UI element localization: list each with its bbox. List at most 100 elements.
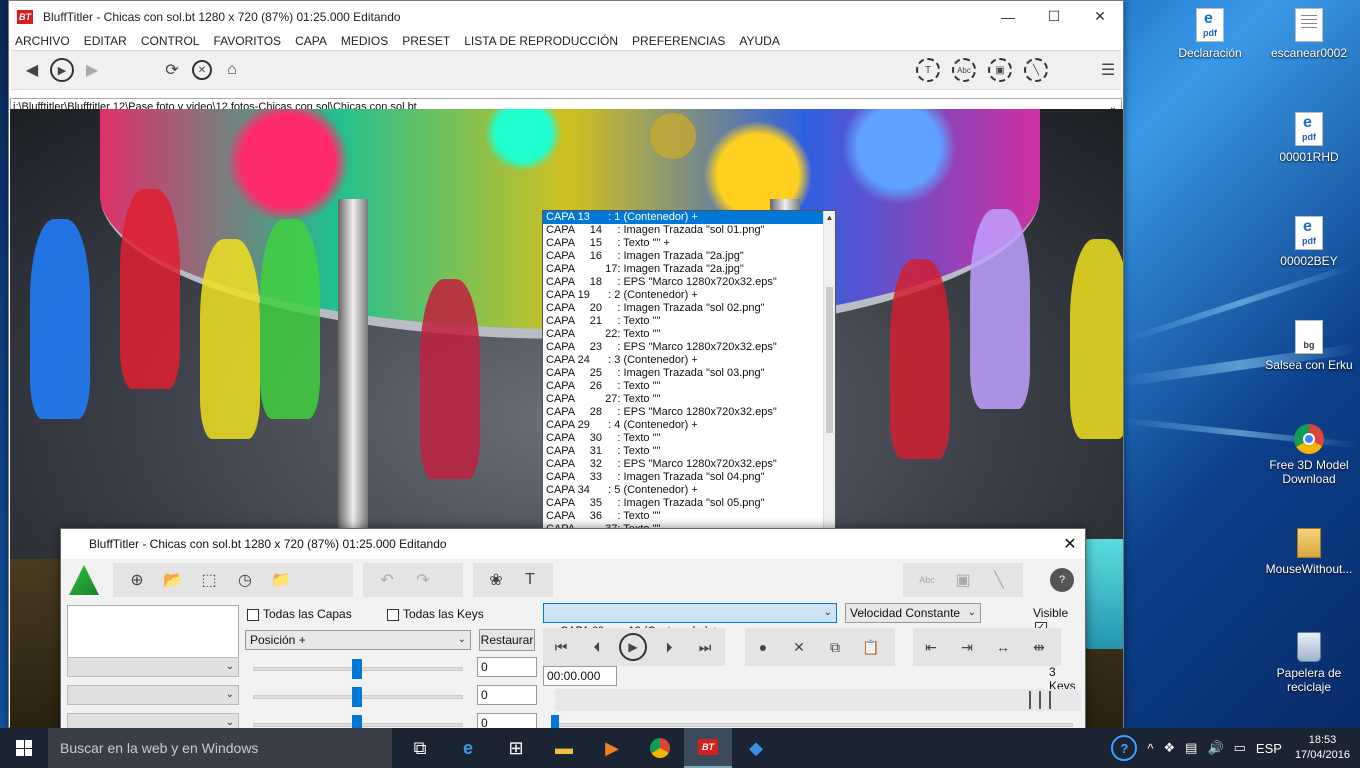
file-explorer-icon[interactable]: ▬ (540, 728, 588, 768)
step-forward-icon[interactable]: ⏵ (651, 632, 687, 662)
minimize-button[interactable]: — (985, 1, 1031, 32)
shape-icon[interactable]: ❀ (479, 565, 513, 595)
layer-list-item[interactable]: CAPA 21 : Texto "" (543, 315, 823, 328)
line-layer-icon[interactable]: ╲ (1021, 55, 1051, 85)
volume-icon[interactable]: 🔊 (1207, 740, 1223, 756)
desktop-icon-mousewithout[interactable]: MouseWithout... (1264, 528, 1354, 576)
skip-first-icon[interactable]: ⏮ (543, 632, 579, 662)
skip-last-icon[interactable]: ⏭ (687, 632, 723, 662)
param-slider-1-knob[interactable] (352, 659, 362, 679)
layer-list-item[interactable]: CAPA 24 : 3 (Contenedor) + (543, 354, 823, 367)
keyframe-timeline[interactable] (555, 689, 1081, 711)
param-value-2[interactable]: 0 (477, 685, 537, 705)
desktop-icon-00002bey[interactable]: pdf 00002BEY (1264, 216, 1354, 268)
param-value-1[interactable]: 0 (477, 657, 537, 677)
layer-select[interactable]: CAPA 69 : 12 (Contenedor) +⌄ (543, 603, 837, 637)
layer-list-item[interactable]: CAPA 28 : EPS "Marco 1280x720x32.eps" (543, 406, 823, 419)
menu-lista[interactable]: LISTA DE REPRODUCCIÓN (464, 34, 618, 48)
layer-list-item[interactable]: CAPA 17: Imagen Trazada "2a.jpg" (543, 263, 823, 276)
menu-archivo[interactable]: ARCHIVO (15, 34, 70, 48)
language-indicator[interactable]: ESP (1256, 741, 1282, 756)
layer-list-item[interactable]: CAPA 23 : EPS "Marco 1280x720x32.eps" (543, 341, 823, 354)
go-start-icon[interactable]: ⇤ (913, 632, 949, 662)
layer-list-item[interactable]: CAPA 32 : EPS "Marco 1280x720x32.eps" (543, 458, 823, 471)
layer-list-item[interactable]: CAPA 15 : Texto "" + (543, 237, 823, 250)
help-tray-icon[interactable]: ? (1111, 735, 1138, 761)
layer-list-item[interactable]: CAPA 36 : Texto "" (543, 510, 823, 523)
go-end-icon[interactable]: ⇥ (949, 632, 985, 662)
dropbox-tray-icon[interactable]: ❖ (1163, 740, 1175, 756)
task-view-icon[interactable]: ⧉ (396, 728, 444, 768)
expand-icon[interactable]: ↔ (985, 632, 1021, 662)
abc-effect-icon[interactable]: Abc (909, 565, 945, 595)
layer-list-item[interactable]: CAPA 14 : Imagen Trazada "sol 01.png" (543, 224, 823, 237)
menu-preset[interactable]: PRESET (402, 34, 450, 48)
step-back-icon[interactable]: ⏴ (579, 632, 615, 662)
undo-icon[interactable]: ↶ (369, 565, 405, 595)
param-slider-2-knob[interactable] (352, 687, 362, 707)
redo-icon[interactable]: ↷ (405, 565, 441, 595)
line-effect-icon[interactable]: ╲ (981, 565, 1017, 595)
paste-key-icon[interactable]: 📋 (853, 632, 889, 662)
help-icon[interactable]: ? (1047, 565, 1077, 595)
maximize-button[interactable]: ☐ (1031, 1, 1077, 32)
play-icon[interactable]: ▶ (615, 632, 651, 662)
stop-icon[interactable]: ✕ (187, 55, 217, 85)
record-key-icon[interactable]: ● (745, 632, 781, 662)
text-icon[interactable]: T (513, 565, 547, 595)
copy-key-icon[interactable]: ⧉ (817, 632, 853, 662)
layer-list-item[interactable]: CAPA 35 : Imagen Trazada "sol 05.png" (543, 497, 823, 510)
layer-list-item[interactable]: CAPA 30 : Texto "" (543, 432, 823, 445)
time-input[interactable]: 00:00.000 (543, 666, 617, 686)
delete-key-icon[interactable]: ✕ (781, 632, 817, 662)
layer-list-item[interactable]: CAPA 13 : 1 (Contenedor) + (543, 211, 823, 224)
layer-list-item[interactable]: CAPA 25 : Imagen Trazada "sol 03.png" (543, 367, 823, 380)
forward-icon[interactable]: ▶ (77, 55, 107, 85)
abc-layer-icon[interactable]: Abc (949, 55, 979, 85)
crop-icon[interactable]: ⬚ (191, 565, 227, 595)
menu-editar[interactable]: EDITAR (84, 34, 127, 48)
store-icon[interactable]: ⊞ (492, 728, 540, 768)
menu-favoritos[interactable]: FAVORITOS (213, 34, 281, 48)
media-player-icon[interactable]: ▶ (588, 728, 636, 768)
taskbar-search[interactable]: Buscar en la web y en Windows (48, 728, 392, 768)
menu-control[interactable]: CONTROL (141, 34, 200, 48)
import-folder-icon[interactable]: 📁 (263, 565, 299, 595)
keyframe-marker[interactable] (1049, 691, 1051, 709)
desktop-icon-escanear0002[interactable]: escanear0002 (1264, 8, 1354, 60)
layer-list-item[interactable]: CAPA 18 : EPS "Marco 1280x720x32.eps" (543, 276, 823, 289)
param-select-1[interactable]: ⌄ (67, 657, 239, 677)
layer-list-item[interactable]: CAPA 20 : Imagen Trazada "sol 02.png" (543, 302, 823, 315)
menu-medios[interactable]: MEDIOS (341, 34, 388, 48)
image-layer-icon[interactable]: ▣ (985, 55, 1015, 85)
text-layer-icon[interactable]: T (913, 55, 943, 85)
layer-list-item[interactable]: CAPA 33 : Imagen Trazada "sol 04.png" (543, 471, 823, 484)
split-icon[interactable]: ⇹ (1021, 632, 1057, 662)
restaurar-button[interactable]: Restaurar (479, 629, 535, 651)
scroll-up-icon[interactable]: ▲ (824, 213, 835, 222)
property-select[interactable]: Posición + ⌄ (245, 630, 471, 650)
menu-capa[interactable]: CAPA (295, 34, 327, 48)
close-button[interactable]: ✕ (1077, 1, 1123, 32)
todas-keys-checkbox[interactable]: Todas las Keys (387, 607, 484, 621)
velocidad-select[interactable]: Velocidad Constante ⌄ (845, 603, 981, 623)
back-icon[interactable]: ◀ (17, 55, 47, 85)
time-slider[interactable] (555, 723, 1073, 727)
open-folder-icon[interactable]: 📂 (155, 565, 191, 595)
param-select-2[interactable]: ⌄ (67, 685, 239, 705)
desktop-icon-00001rhd[interactable]: pdf 00001RHD (1264, 112, 1354, 164)
layer-list-item[interactable]: CAPA 26 : Texto "" (543, 380, 823, 393)
layer-list-item[interactable]: CAPA 16 : Imagen Trazada "2a.jpg" (543, 250, 823, 263)
dropbox-icon[interactable]: ◆ (732, 728, 780, 768)
desktop-icon-free3d[interactable]: Free 3D Model Download (1264, 424, 1354, 486)
todas-capas-checkbox[interactable]: Todas las Capas (247, 607, 352, 621)
desktop-icon-salsea[interactable]: bg Salsea con Erku (1264, 320, 1354, 372)
layer-list-item[interactable]: CAPA 34 : 5 (Contenedor) + (543, 484, 823, 497)
scrollbar-thumb[interactable] (826, 287, 833, 433)
clock[interactable]: 18:53 17/04/2016 (1295, 733, 1350, 763)
layer-list-item[interactable]: CAPA 22: Texto "" (543, 328, 823, 341)
keyframe-marker[interactable] (1029, 691, 1031, 709)
hamburger-menu-icon[interactable]: ☰ (1093, 55, 1123, 85)
chrome-taskbar-icon[interactable] (636, 728, 684, 768)
desktop-icon-recycle-bin[interactable]: Papelera de reciclaje (1264, 632, 1354, 694)
